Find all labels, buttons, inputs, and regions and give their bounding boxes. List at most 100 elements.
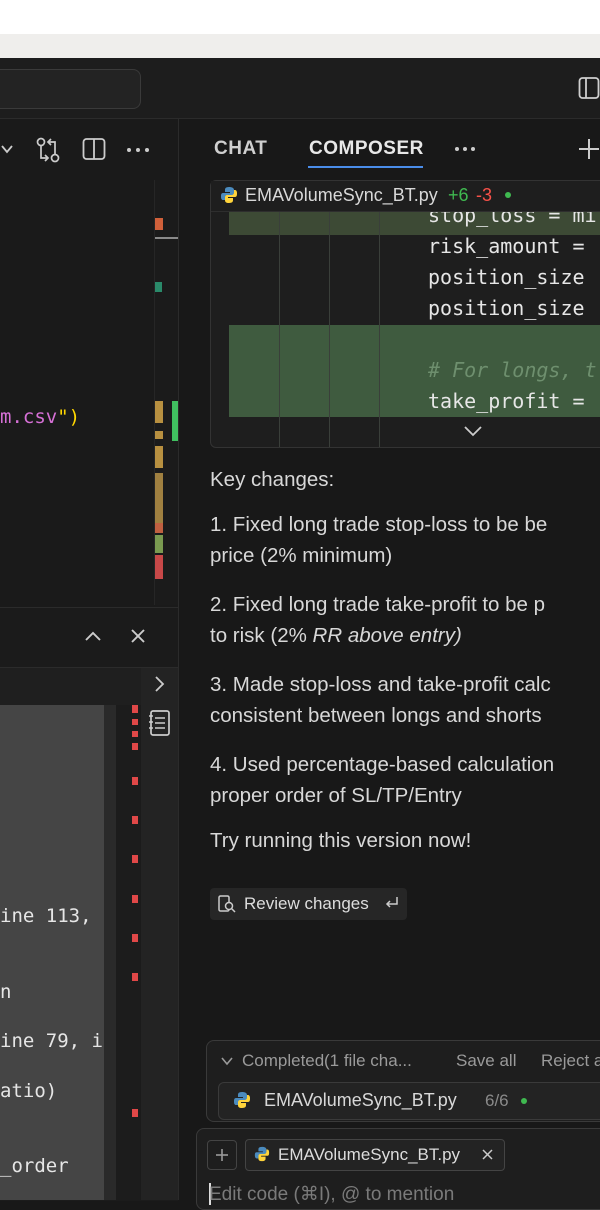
split-editor-icon[interactable] — [82, 137, 106, 161]
review-changes-label: Review changes — [244, 894, 369, 913]
terminal-sidebar — [141, 668, 178, 1200]
code-comment: # For longs, t — [428, 358, 597, 382]
editor-toolbar — [0, 119, 178, 179]
composer-placeholder: Edit code (⌘I), @ to mention — [209, 1184, 455, 1205]
file-progress: 6/6 — [485, 1091, 509, 1110]
punctuation-token: ") — [57, 406, 81, 428]
completed-detail: (1 file cha... — [324, 1051, 412, 1070]
terminal-line: ine 113, — [0, 905, 92, 927]
add-context-button[interactable] — [207, 1140, 237, 1170]
changed-file-row[interactable]: EMAVolumeSync_BT.py 6/6 — [218, 1082, 600, 1120]
message-heading: Key changes: — [210, 468, 335, 491]
more-icon[interactable] — [454, 146, 476, 152]
minimap-mark — [155, 431, 163, 439]
indent-guide — [329, 211, 330, 447]
error-mark — [132, 705, 138, 713]
error-mark — [132, 934, 138, 942]
diff-code-block[interactable]: stop_loss = mi risk_amount = position_si… — [210, 180, 600, 448]
terminal-line: _order — [0, 1155, 69, 1177]
error-mark — [132, 1109, 138, 1117]
terminal-line: n — [0, 981, 12, 1003]
message-italic-text: RR above entry) — [312, 624, 462, 647]
completed-label: Completed — [242, 1051, 325, 1070]
terminal-scrollbar[interactable] — [104, 705, 116, 1200]
message-item-3-line1: 3. Made stop-loss and take-profit calc — [210, 673, 551, 696]
message-item-2-line1: 2. Fixed long trade take-profit to be p — [210, 593, 546, 616]
active-tab-indicator — [308, 166, 423, 168]
close-icon[interactable] — [482, 1149, 493, 1160]
context-file-chip[interactable]: EMAVolumeSync_BT.py — [245, 1139, 505, 1171]
error-mark — [132, 777, 138, 785]
lines-removed-count: -3 — [476, 185, 493, 205]
message-closing: Try running this version now! — [210, 829, 472, 852]
reject-all-button[interactable]: Reject a — [541, 1051, 600, 1071]
minimap-mark — [155, 535, 163, 553]
notebook-icon[interactable] — [148, 708, 172, 738]
diff-filename: EMAVolumeSync_BT.py — [245, 185, 438, 205]
minimap-mark — [155, 237, 179, 239]
code-line: take_profit = — [428, 389, 585, 413]
enter-icon — [384, 895, 400, 911]
minimap-mark — [155, 401, 163, 423]
tab-chat[interactable]: CHAT — [214, 138, 267, 160]
string-token: m.csv — [0, 406, 58, 428]
error-mark — [132, 895, 138, 903]
editor-group — [0, 119, 178, 607]
chevron-up-icon[interactable] — [84, 630, 102, 642]
terminal-line: atio) — [0, 1080, 58, 1102]
context-file-name: EMAVolumeSync_BT.py — [278, 1145, 461, 1164]
more-icon[interactable] — [126, 147, 150, 153]
error-mark — [132, 743, 138, 750]
minimap[interactable] — [154, 180, 179, 605]
command-center-search[interactable] — [0, 69, 141, 109]
changed-file-name: EMAVolumeSync_BT.py — [264, 1090, 457, 1110]
layout-icon[interactable] — [578, 76, 600, 100]
code-line: position_size — [428, 265, 585, 289]
save-all-button[interactable]: Save all — [456, 1051, 516, 1071]
python-icon — [233, 1091, 251, 1109]
chevron-down-icon[interactable] — [0, 142, 14, 156]
minimap-mark — [155, 523, 163, 533]
close-icon[interactable] — [130, 628, 146, 644]
error-mark — [132, 973, 138, 981]
minimap-mark — [155, 218, 163, 230]
indent-guide — [279, 211, 280, 447]
terminal-overview-ruler — [116, 705, 140, 1200]
python-icon — [254, 1146, 270, 1162]
terminal-line: ine 79, i — [0, 1030, 103, 1052]
minimap-mark — [155, 555, 163, 579]
tab-composer[interactable]: COMPOSER — [309, 138, 424, 160]
review-icon — [218, 894, 236, 914]
terminal-output[interactable]: ine 113, n ine 79, i atio) _order — [0, 705, 104, 1200]
message-text: to risk (2% — [210, 624, 313, 647]
code-line: m.csv") — [0, 406, 80, 428]
indent-guide — [379, 211, 380, 447]
chevron-down-icon[interactable] — [221, 1056, 233, 1066]
window-frame — [0, 34, 600, 58]
chevron-right-icon[interactable] — [153, 675, 165, 693]
error-mark — [132, 816, 138, 824]
code-line: position_size — [428, 296, 585, 320]
diff-file-header[interactable]: EMAVolumeSync_BT.py +6 -3 — [211, 181, 600, 212]
browser-top-area — [0, 0, 600, 34]
chevron-down-icon[interactable] — [463, 425, 483, 437]
error-mark — [132, 719, 138, 725]
message-item-1-line2: price (2% minimum) — [210, 544, 393, 567]
unsaved-dot — [505, 192, 511, 198]
error-mark — [132, 855, 138, 863]
python-icon — [220, 186, 238, 204]
minimap-mark — [155, 446, 163, 468]
lines-added-count: +6 — [448, 185, 469, 205]
terminal-tabs-strip — [0, 668, 141, 705]
plus-icon — [215, 1148, 229, 1162]
message-item-4-line2: proper order of SL/TP/Entry — [210, 784, 462, 807]
composer-input-area[interactable]: EMAVolumeSync_BT.py Edit code (⌘I), @ to… — [196, 1128, 600, 1210]
review-changes-button[interactable]: Review changes — [210, 888, 407, 920]
status-dot — [521, 1098, 527, 1104]
error-mark — [132, 731, 138, 737]
plus-icon[interactable] — [578, 138, 600, 160]
message-item-2-line2: to risk (2% RR above entry) — [210, 624, 462, 648]
minimap-mark — [155, 282, 162, 292]
compare-changes-icon[interactable] — [35, 136, 61, 164]
code-line: risk_amount = — [428, 234, 585, 258]
